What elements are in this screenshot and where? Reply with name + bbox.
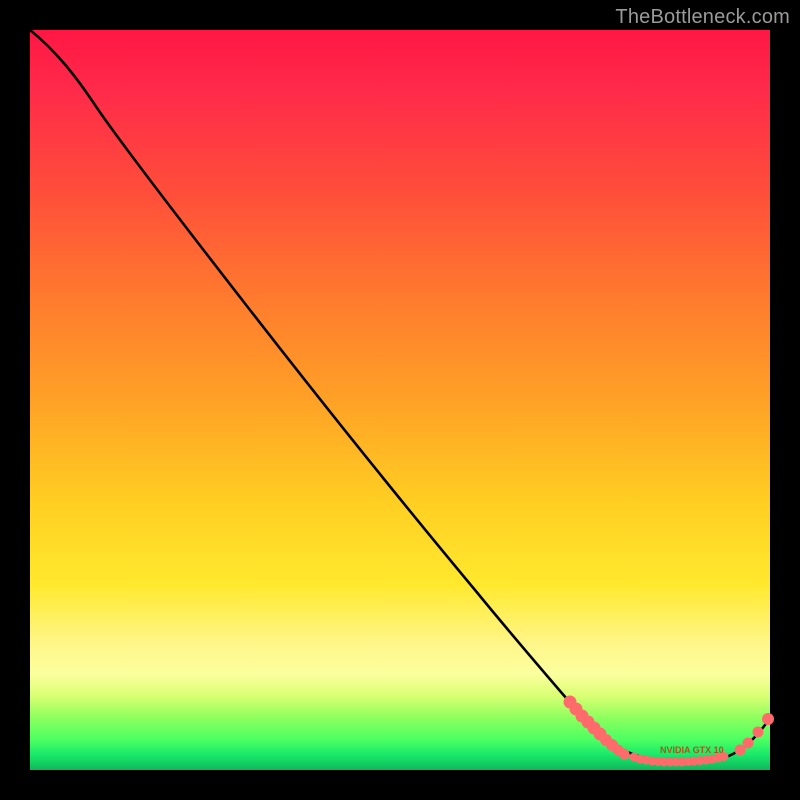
marker-cluster-left bbox=[564, 696, 629, 759]
attribution-text: TheBottleneck.com bbox=[615, 6, 790, 29]
curve-svg: NVIDIA GTX 10 bbox=[30, 30, 770, 770]
marker-cluster-right bbox=[735, 714, 774, 756]
bottleneck-curve bbox=[30, 30, 770, 762]
axis-label: NVIDIA GTX 10 bbox=[660, 745, 724, 755]
chart-stage: TheBottleneck.com bbox=[0, 0, 800, 800]
